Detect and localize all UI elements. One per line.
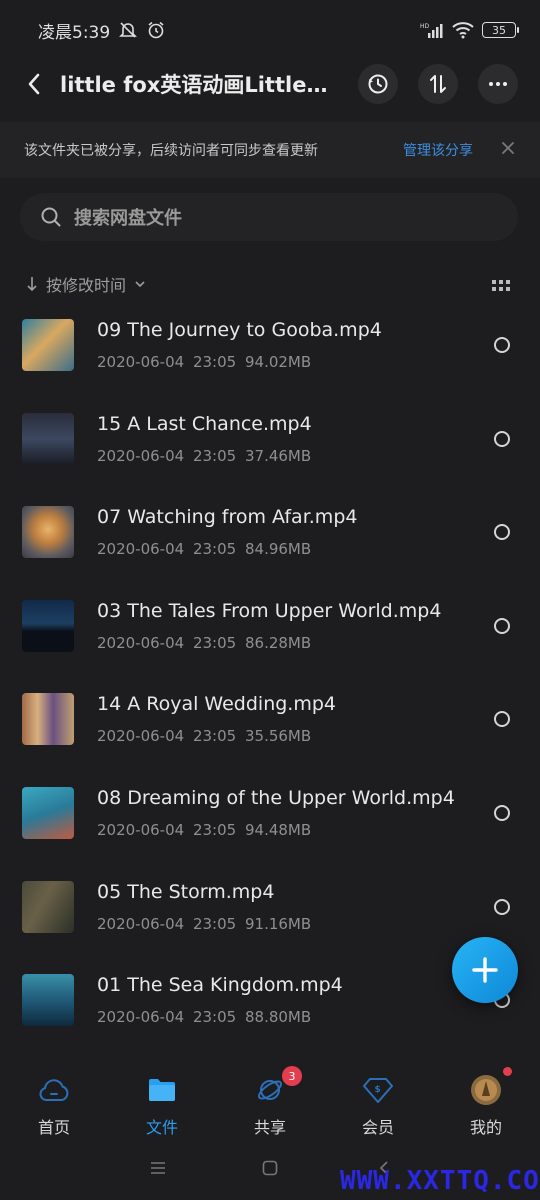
video-thumbnail — [22, 319, 74, 371]
share-badge: 3 — [282, 1066, 302, 1086]
cloud-icon — [38, 1074, 70, 1106]
file-name: 01 The Sea Kingdom.mp4 — [97, 974, 343, 997]
search-placeholder: 搜索网盘文件 — [74, 208, 182, 229]
watermark: WWW.XXTTQ.COM — [340, 1166, 540, 1196]
file-name: 15 A Last Chance.mp4 — [97, 412, 312, 435]
back-button[interactable] — [18, 64, 50, 104]
home-icon[interactable] — [262, 1160, 278, 1180]
nav-home[interactable]: 首页 — [0, 1058, 108, 1148]
video-thumbnail — [22, 974, 74, 1027]
chevron-down-icon[interactable] — [134, 280, 146, 288]
file-meta: 2020-06-04 23:05 84.96MB — [97, 540, 312, 559]
vip-icon: $ — [362, 1074, 394, 1106]
grid-view-icon[interactable] — [492, 277, 510, 296]
avatar — [470, 1074, 502, 1106]
file-meta: 2020-06-04 23:05 94.48MB — [97, 820, 312, 839]
bottom-nav: 首页 文件 共享 $ 会员 我的 — [0, 1058, 540, 1148]
add-button[interactable] — [452, 937, 518, 1003]
nav-share-label: 共享 — [253, 1118, 286, 1137]
alarm-icon — [146, 20, 166, 40]
select-checkbox[interactable] — [494, 711, 510, 728]
status-time: 凌晨5:39 — [38, 22, 111, 43]
file-row[interactable]: 15 A Last Chance.mp4 2020-06-04 23:05 37… — [0, 393, 540, 487]
notification-dot — [503, 1067, 512, 1076]
nav-home-label: 首页 — [37, 1118, 70, 1137]
more-button[interactable] — [478, 64, 518, 104]
video-thumbnail — [22, 786, 74, 839]
nav-me-label: 我的 — [469, 1118, 502, 1137]
history-button[interactable] — [358, 64, 398, 104]
wifi-icon — [452, 21, 474, 39]
share-banner: 该文件夹已被分享，后续访问者可同步查看更新 管理该分享 — [0, 122, 540, 178]
video-thumbnail — [22, 506, 74, 559]
file-row[interactable]: 05 The Storm.mp4 2020-06-04 23:05 91.16M… — [0, 861, 540, 955]
select-checkbox[interactable] — [494, 337, 510, 353]
signal-icon: HD — [420, 21, 444, 39]
manage-share-link[interactable]: 管理该分享 — [403, 140, 473, 160]
video-thumbnail — [22, 599, 74, 652]
plus-icon — [472, 957, 498, 983]
file-row[interactable]: 03 The Tales From Upper World.mp4 2020-0… — [0, 580, 540, 674]
video-thumbnail — [22, 412, 74, 465]
search-input[interactable]: 搜索网盘文件 — [20, 193, 518, 241]
file-meta: 2020-06-04 23:05 35.56MB — [97, 727, 312, 746]
arrow-down-icon — [27, 277, 37, 292]
select-checkbox[interactable] — [494, 524, 510, 541]
nav-share[interactable]: 共享 — [216, 1058, 324, 1148]
file-meta: 2020-06-04 23:05 91.16MB — [97, 914, 312, 933]
nav-files-label: 文件 — [145, 1118, 178, 1137]
file-meta: 2020-06-04 23:05 94.02MB — [97, 353, 312, 371]
file-meta: 2020-06-04 23:05 88.80MB — [97, 1008, 312, 1027]
file-name: 14 A Royal Wedding.mp4 — [97, 693, 336, 716]
file-name: 03 The Tales From Upper World.mp4 — [97, 599, 442, 622]
file-list: 09 The Journey to Gooba.mp4 2020-06-04 2… — [0, 299, 540, 1048]
svg-text:$: $ — [375, 1085, 381, 1095]
page-title: little fox英语动画Little... — [60, 73, 330, 97]
sort-button[interactable] — [418, 64, 458, 104]
chevron-left-icon — [28, 73, 40, 95]
history-icon — [368, 74, 388, 94]
share-banner-text: 该文件夹已被分享，后续访问者可同步查看更新 — [24, 143, 318, 159]
select-checkbox[interactable] — [494, 617, 510, 634]
select-checkbox[interactable] — [494, 430, 510, 447]
sort-dropdown[interactable]: 按修改时间 — [46, 272, 126, 296]
more-icon — [489, 82, 507, 86]
file-name: 07 Watching from Afar.mp4 — [97, 506, 358, 529]
nav-me[interactable]: 我的 — [432, 1058, 540, 1148]
file-name: 05 The Storm.mp4 — [97, 880, 275, 903]
sort-row: 按修改时间 — [26, 270, 516, 298]
close-icon[interactable] — [500, 140, 516, 160]
file-row[interactable]: 09 The Journey to Gooba.mp4 2020-06-04 2… — [0, 299, 540, 393]
file-row[interactable]: 14 A Royal Wedding.mp4 2020-06-04 23:05 … — [0, 673, 540, 767]
file-meta: 2020-06-04 23:05 86.28MB — [97, 633, 312, 652]
select-checkbox[interactable] — [494, 898, 510, 915]
svg-text:HD: HD — [420, 23, 430, 30]
menu-icon[interactable] — [150, 1160, 166, 1179]
video-thumbnail — [22, 880, 74, 933]
select-checkbox[interactable] — [494, 804, 510, 821]
dnd-off-icon — [118, 20, 138, 40]
file-name: 08 Dreaming of the Upper World.mp4 — [97, 786, 455, 809]
nav-vip[interactable]: $ 会员 — [324, 1058, 432, 1148]
nav-files[interactable]: 文件 — [108, 1058, 216, 1148]
search-icon — [41, 207, 61, 227]
folder-icon — [146, 1074, 178, 1106]
status-bar: 凌晨5:39 HD 35 — [0, 0, 540, 60]
file-row[interactable]: 07 Watching from Afar.mp4 2020-06-04 23:… — [0, 486, 540, 580]
header: little fox英语动画Little... — [0, 58, 540, 110]
file-meta: 2020-06-04 23:05 37.46MB — [97, 446, 312, 465]
file-row[interactable]: 08 Dreaming of the Upper World.mp4 2020-… — [0, 767, 540, 861]
video-thumbnail — [22, 693, 74, 746]
battery-icon: 35 — [482, 22, 519, 38]
file-name: 09 The Journey to Gooba.mp4 — [97, 319, 382, 341]
share-icon — [254, 1074, 286, 1106]
sort-icon — [430, 75, 446, 93]
nav-vip-label: 会员 — [361, 1118, 394, 1137]
